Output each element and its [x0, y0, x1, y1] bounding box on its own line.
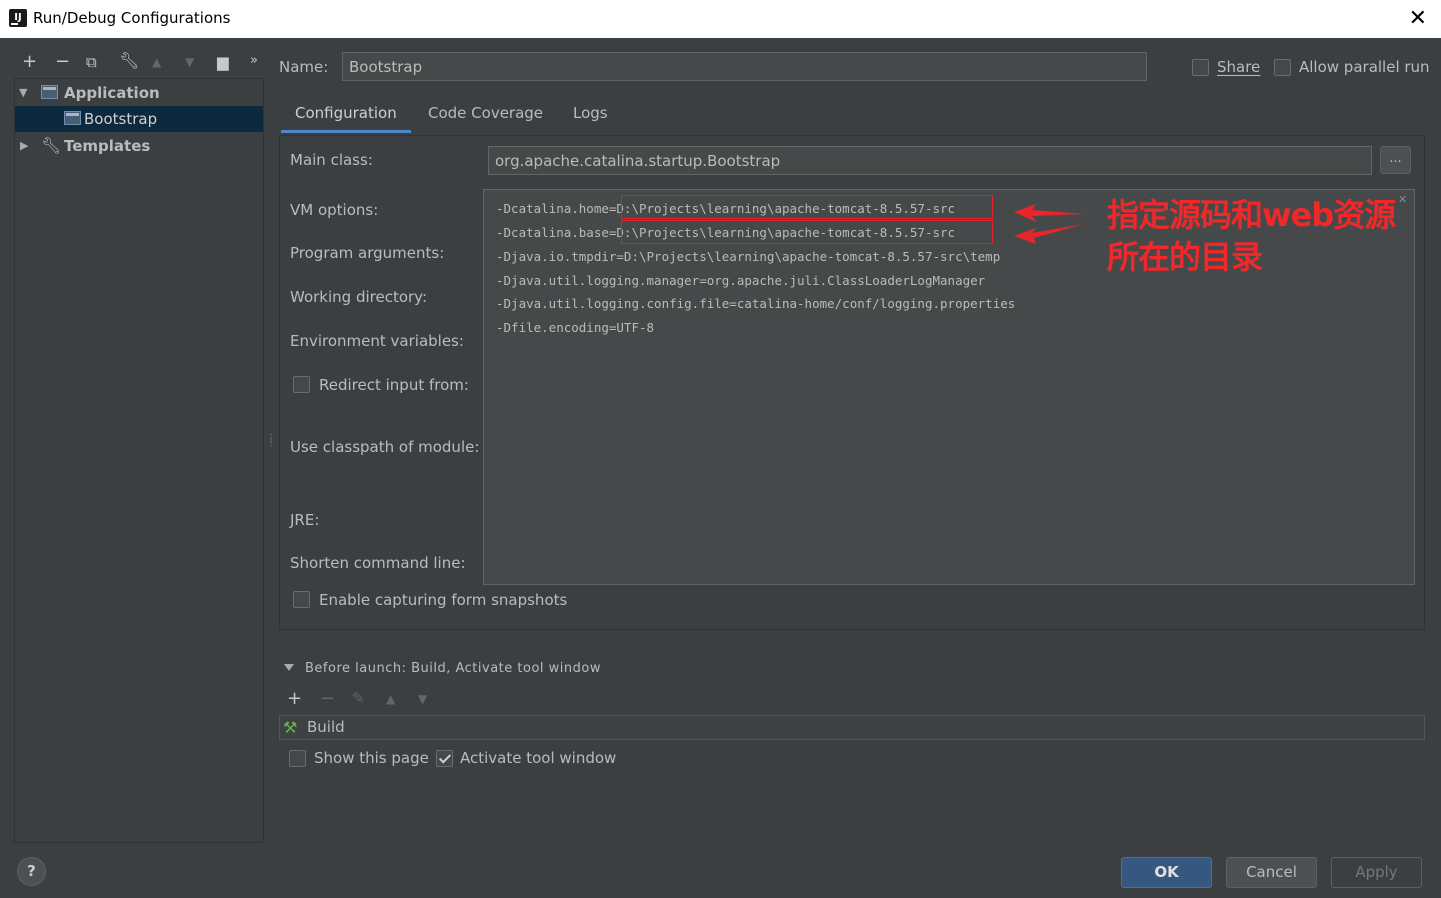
annotation-line-1: 指定源码和web资源 — [1107, 196, 1396, 234]
active-tab-indicator — [281, 130, 411, 133]
tree-item-bootstrap[interactable]: Bootstrap — [15, 106, 263, 132]
wrench-icon[interactable]: 🔧︎ — [119, 51, 139, 70]
program-arguments-label: Program arguments: — [290, 244, 445, 262]
before-launch-task-row[interactable] — [279, 715, 1425, 740]
splitter-handle[interactable]: ⋮ ⋮ — [266, 434, 276, 449]
collapse-arrow-icon[interactable]: ▶ — [20, 133, 28, 159]
tree-label-templates: Templates — [64, 137, 151, 155]
highlight-box-base — [621, 220, 993, 244]
window-title: Run/Debug Configurations — [33, 9, 231, 27]
highlight-box-home — [621, 195, 993, 219]
build-task-label: Build — [307, 718, 345, 736]
tree-label-application: Application — [64, 84, 160, 102]
arrow-up-icon[interactable]: ▲ — [152, 55, 161, 69]
activate-tool-window-checkbox[interactable] — [436, 750, 453, 767]
collapse-editor-icon[interactable]: ✕ — [1398, 193, 1407, 206]
folder-add-icon[interactable]: ▆ — [217, 53, 229, 71]
capture-snapshots-checkbox[interactable] — [293, 591, 310, 608]
title-bar: IJ Run/Debug Configurations ✕ — [0, 0, 1441, 38]
expand-arrow-icon[interactable]: ▼ — [19, 80, 27, 106]
show-page-checkbox[interactable] — [289, 750, 306, 767]
ok-button[interactable]: OK — [1121, 857, 1212, 888]
classpath-module-label: Use classpath of module: — [290, 438, 480, 456]
vm-options-label: VM options: — [290, 201, 379, 219]
tree-label-bootstrap: Bootstrap — [84, 110, 158, 128]
help-button[interactable]: ? — [17, 857, 46, 886]
tab-code-coverage[interactable]: Code Coverage — [428, 104, 543, 122]
annotation-arrow-icon — [1014, 204, 1086, 244]
parallel-run-label: Allow parallel run — [1299, 58, 1430, 76]
parallel-run-checkbox[interactable] — [1274, 59, 1291, 76]
tree-item-templates[interactable]: ▶ 🔧︎ Templates — [15, 133, 263, 159]
environment-variables-label: Environment variables: — [290, 332, 464, 350]
application-icon — [41, 85, 58, 99]
shorten-command-line-label: Shorten command line: — [290, 554, 466, 572]
main-class-input[interactable] — [488, 146, 1372, 175]
tab-logs[interactable]: Logs — [573, 104, 608, 122]
redirect-input-checkbox[interactable] — [293, 376, 310, 393]
jre-label: JRE: — [290, 511, 320, 529]
annotation-line-2: 所在的目录 — [1107, 238, 1263, 276]
vm-option-line: -Djava.io.tmpdir=D:\Projects\learning\ap… — [496, 249, 1001, 264]
wrench-icon: 🔧︎ — [41, 136, 62, 155]
intellij-app-icon: IJ — [9, 9, 27, 27]
working-directory-label: Working directory: — [290, 288, 428, 306]
before-launch-collapse-icon[interactable] — [284, 664, 294, 671]
vm-option-line: -Djava.util.logging.config.file=catalina… — [496, 296, 1016, 311]
configurations-toolbar: + − ⧉ 🔧︎ ▲ ▼ ▆ » — [14, 48, 264, 78]
tree-item-application[interactable]: ▼ Application — [15, 80, 263, 106]
pencil-icon[interactable]: ✎ — [352, 689, 365, 707]
vm-option-line: -Dfile.encoding=UTF-8 — [496, 320, 655, 335]
configurations-tree: ▼ Application Bootstrap ▶ 🔧︎ Templates — [14, 78, 264, 843]
application-icon — [64, 111, 81, 125]
share-checkbox[interactable] — [1192, 59, 1209, 76]
minus-icon[interactable]: − — [55, 51, 70, 72]
cancel-button[interactable]: Cancel — [1226, 857, 1317, 888]
plus-icon[interactable]: + — [22, 51, 37, 72]
main-class-label: Main class: — [290, 151, 373, 169]
plus-icon[interactable]: + — [287, 688, 302, 709]
name-label: Name: — [279, 58, 329, 76]
before-launch-title: Before launch: Build, Activate tool wind… — [305, 661, 601, 676]
minus-icon[interactable]: − — [320, 688, 335, 709]
name-input[interactable] — [342, 52, 1147, 81]
annotation-text: 指定源码和web资源 所在的目录 — [1107, 194, 1396, 278]
show-page-label: Show this page — [314, 749, 429, 767]
copy-icon[interactable]: ⧉ — [86, 53, 97, 71]
arrow-down-icon[interactable]: ▼ — [185, 55, 194, 69]
vm-option-line: -Djava.util.logging.manager=org.apache.j… — [496, 273, 986, 288]
arrow-down-icon[interactable]: ▼ — [418, 692, 427, 706]
more-icon[interactable]: » — [250, 53, 258, 68]
browse-main-class-button[interactable]: ... — [1380, 146, 1411, 174]
capture-snapshots-label: Enable capturing form snapshots — [319, 591, 568, 609]
activate-tool-window-label: Activate tool window — [460, 749, 617, 767]
tab-configuration[interactable]: Configuration — [295, 104, 397, 122]
hammer-icon: ⚒ — [283, 718, 298, 737]
redirect-input-label: Redirect input from: — [319, 376, 469, 394]
close-icon[interactable]: ✕ — [1409, 6, 1427, 31]
apply-button[interactable]: Apply — [1331, 857, 1422, 888]
arrow-up-icon[interactable]: ▲ — [386, 692, 395, 706]
share-label: Share — [1217, 58, 1261, 76]
